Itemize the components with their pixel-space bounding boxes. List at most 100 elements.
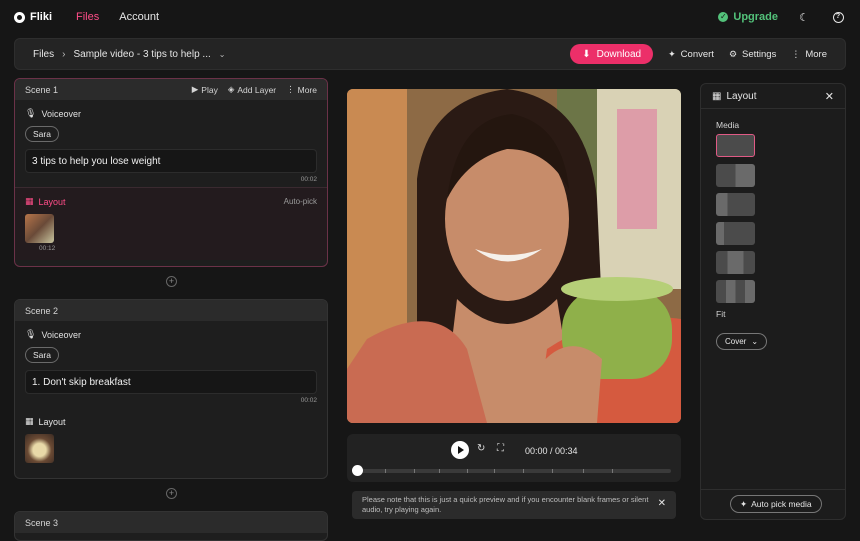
auto-pick-media-button[interactable]: ✦ Auto pick media: [730, 495, 822, 513]
help-icon: ?: [832, 11, 844, 23]
auto-pick-label[interactable]: Auto-pick: [284, 197, 317, 206]
scene-header: Scene 3: [15, 512, 327, 533]
voiceover-heading: 🎙 Voiceover: [25, 329, 317, 340]
scene-marker: [494, 469, 495, 473]
fliki-logo-icon: [14, 11, 25, 23]
player-controls: ↻ ⛶ 00:00 / 00:34: [347, 434, 681, 482]
add-scene-icon[interactable]: +: [166, 276, 177, 287]
nav-files[interactable]: Files: [76, 11, 99, 23]
more-vertical-icon: ⋮: [286, 84, 295, 94]
top-navigation: Fliki Files Account ✓ Upgrade ☾ ?: [0, 0, 860, 34]
download-icon: ⬇: [582, 48, 591, 60]
download-button[interactable]: ⬇ Download: [570, 44, 654, 64]
app-name: Fliki: [30, 11, 53, 23]
scene-text-input[interactable]: 3 tips to help you lose weight: [25, 149, 317, 173]
scene-marker: [439, 469, 440, 473]
download-label: Download: [596, 48, 642, 60]
replay-icon[interactable]: ↻: [477, 443, 485, 454]
fullscreen-icon[interactable]: ⛶: [497, 443, 504, 454]
fit-select[interactable]: Cover ⌄: [716, 333, 768, 350]
layout-label: Layout: [38, 416, 66, 427]
layout-label: Layout: [38, 196, 66, 207]
chevron-down-icon: ⌄: [751, 337, 759, 346]
sparkle-icon: ✦: [740, 498, 748, 509]
scene-header: Scene 1 ▶ Play ◈ Add Layer ⋮ More: [15, 79, 327, 100]
scene-marker: [523, 469, 524, 473]
scene-more-button[interactable]: ⋮ More: [286, 84, 317, 95]
scene-title: Scene 2: [25, 305, 59, 316]
add-scene-icon[interactable]: +: [166, 488, 177, 499]
layout-option-split-right[interactable]: [716, 164, 755, 187]
sparkle-icon: ✦: [668, 48, 676, 59]
voice-chip[interactable]: Sara: [25, 347, 59, 363]
layout-section[interactable]: ▦ Layout: [15, 408, 327, 471]
close-icon[interactable]: ✕: [825, 90, 834, 103]
auto-pick-label: Auto pick media: [751, 499, 812, 509]
add-layer-button[interactable]: ◈ Add Layer: [228, 84, 276, 95]
scene-title: Scene 3: [25, 517, 59, 528]
layers-icon: ◈: [227, 84, 235, 94]
layout-option-bar-left[interactable]: [716, 222, 755, 245]
chevron-down-icon[interactable]: ⌄: [219, 50, 226, 59]
more-button[interactable]: ⋮ More: [791, 49, 827, 60]
breadcrumb-files[interactable]: Files: [33, 49, 54, 60]
more-vertical-icon: ⋮: [791, 48, 801, 59]
convert-label: Convert: [680, 48, 714, 60]
voiceover-heading: 🎙 Voiceover: [25, 108, 317, 119]
panel-title: Layout: [726, 90, 757, 102]
play-icon: ▶: [191, 84, 199, 94]
scene-text-input[interactable]: 1. Don't skip breakfast: [25, 370, 317, 394]
layout-grid-icon: ▦: [25, 416, 34, 426]
media-duration: 00:12: [39, 245, 56, 252]
play-button[interactable]: [451, 441, 469, 459]
scene-header: Scene 2: [15, 300, 327, 321]
video-preview[interactable]: [347, 89, 681, 423]
nav-account[interactable]: Account: [119, 11, 159, 23]
check-icon: ✓: [718, 12, 729, 22]
more-label: More: [805, 48, 827, 60]
microphone-icon: 🎙: [25, 108, 37, 118]
timeline-scrubber[interactable]: [352, 465, 363, 476]
layout-option-columns[interactable]: [716, 280, 755, 303]
voice-chip[interactable]: Sara: [25, 126, 59, 142]
gear-icon: ⚙: [728, 48, 738, 59]
voiceover-label: Voiceover: [41, 329, 81, 340]
scene-more-label: More: [297, 84, 317, 95]
microphone-icon: 🎙: [25, 329, 37, 339]
scene-card-2[interactable]: Scene 2 🎙 Voiceover Sara 1. Don't skip b…: [14, 299, 328, 479]
layout-option-split-left[interactable]: [716, 193, 755, 216]
layout-grid-icon: ▦: [25, 196, 34, 206]
layout-option-full[interactable]: [716, 134, 755, 157]
upgrade-button[interactable]: ✓ Upgrade: [718, 11, 778, 23]
breadcrumb-separator-icon: ›: [62, 48, 66, 60]
scene-marker: [467, 469, 468, 473]
scene-marker: [612, 469, 613, 473]
video-frame-image: [347, 89, 681, 423]
convert-button[interactable]: ✦ Convert: [668, 49, 714, 60]
breadcrumb-project-title[interactable]: Sample video - 3 tips to help ...: [73, 49, 210, 60]
add-layer-label: Add Layer: [237, 84, 277, 95]
layout-option-center[interactable]: [716, 251, 755, 274]
notice-text: Please note that this is just a quick pr…: [362, 495, 649, 514]
app-logo[interactable]: Fliki: [14, 11, 52, 23]
project-toolbar: Files › Sample video - 3 tips to help ..…: [14, 38, 846, 70]
text-duration: 00:02: [300, 397, 317, 404]
timeline-track[interactable]: [357, 469, 671, 473]
media-thumbnail[interactable]: [25, 214, 54, 243]
help-button[interactable]: ?: [830, 9, 846, 25]
layout-section[interactable]: ▦ Layout Auto-pick 00:12: [15, 187, 327, 260]
media-thumbnail[interactable]: [25, 434, 54, 463]
settings-button[interactable]: ⚙ Settings: [729, 49, 776, 60]
playback-time: 00:00 / 00:34: [525, 446, 578, 456]
text-duration: 00:02: [300, 176, 317, 183]
dark-mode-icon[interactable]: ☾: [796, 9, 812, 25]
scene-card-3[interactable]: Scene 3: [14, 511, 328, 541]
scene-marker: [414, 469, 415, 473]
settings-label: Settings: [742, 48, 777, 60]
play-scene-button[interactable]: ▶ Play: [192, 84, 218, 95]
upgrade-label: Upgrade: [733, 11, 778, 23]
preview-notice: Please note that this is just a quick pr…: [352, 491, 676, 519]
scene-card-1[interactable]: Scene 1 ▶ Play ◈ Add Layer ⋮ More 🎙 Voiceov…: [14, 78, 328, 267]
voiceover-label: Voiceover: [41, 108, 81, 119]
close-icon[interactable]: ✕: [658, 499, 666, 509]
